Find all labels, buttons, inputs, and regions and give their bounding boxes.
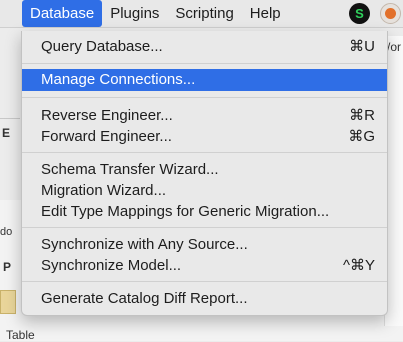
background-label-e: E	[2, 126, 11, 140]
background-label-p: P	[3, 260, 12, 274]
menu-separator	[22, 281, 387, 282]
menu-scripting[interactable]: Scripting	[167, 0, 241, 27]
menu-separator	[22, 152, 387, 153]
background-text-do: do	[0, 226, 13, 238]
menu-item-label: Synchronize Model...	[41, 257, 182, 274]
menu-item-reverse-engineer[interactable]: Reverse Engineer... ⌘R	[22, 105, 387, 127]
menu-item-shortcut: ^⌘Y	[342, 257, 375, 274]
menu-plugins[interactable]: Plugins	[102, 0, 167, 27]
menu-item-generate-catalog-diff[interactable]: Generate Catalog Diff Report...	[22, 288, 387, 310]
menu-item-label: Schema Transfer Wizard...	[41, 161, 219, 178]
background-folder-icon	[0, 290, 16, 314]
menu-item-synchronize-model[interactable]: Synchronize Model... ^⌘Y	[22, 255, 387, 277]
menu-item-label: Query Database...	[41, 38, 163, 55]
background-text-peek: /or	[386, 40, 401, 54]
menu-database[interactable]: Database	[22, 0, 103, 27]
orange-app-icon[interactable]	[380, 3, 401, 24]
menu-help[interactable]: Help	[242, 0, 289, 27]
menu-item-migration-wizard[interactable]: Migration Wizard...	[22, 180, 387, 202]
database-dropdown-menu: Query Database... ⌘U Manage Connections.…	[21, 31, 388, 316]
menu-item-schema-transfer-wizard[interactable]: Schema Transfer Wizard...	[22, 159, 387, 181]
menu-item-label: Forward Engineer...	[41, 128, 172, 145]
menu-item-label: Edit Type Mappings for Generic Migration…	[41, 203, 330, 220]
menu-item-shortcut: ⌘U	[349, 38, 375, 55]
menu-item-label: Synchronize with Any Source...	[41, 236, 248, 253]
status-icons: S	[349, 3, 403, 24]
menu-item-shortcut: ⌘G	[348, 128, 375, 145]
background-table-label: Table	[6, 328, 35, 342]
menu-separator	[22, 63, 387, 64]
menu-separator	[22, 227, 387, 228]
background-divider	[0, 118, 20, 119]
menu-item-forward-engineer[interactable]: Forward Engineer... ⌘G	[22, 126, 387, 148]
menu-item-shortcut: ⌘R	[349, 107, 375, 124]
green-s-icon[interactable]: S	[349, 3, 370, 24]
menu-item-label: Migration Wizard...	[41, 182, 167, 199]
menu-item-label: Generate Catalog Diff Report...	[41, 290, 248, 307]
menu-item-manage-connections[interactable]: Manage Connections...	[22, 69, 387, 91]
menu-item-edit-type-mappings[interactable]: Edit Type Mappings for Generic Migration…	[22, 201, 387, 223]
menu-bar: Database Plugins Scripting Help S	[0, 0, 403, 28]
menu-item-synchronize-any-source[interactable]: Synchronize with Any Source...	[22, 234, 387, 256]
menu-separator	[22, 97, 387, 98]
menu-item-label: Manage Connections...	[41, 71, 196, 88]
menu-item-query-database[interactable]: Query Database... ⌘U	[22, 36, 387, 58]
menu-item-label: Reverse Engineer...	[41, 107, 173, 124]
